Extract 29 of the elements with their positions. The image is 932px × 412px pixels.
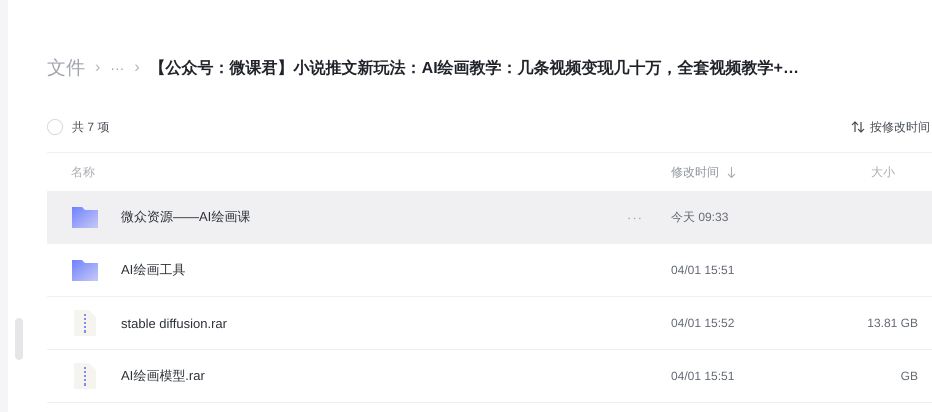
modified-time: 04/01 15:51: [671, 369, 736, 383]
breadcrumb-link[interactable]: 文件: [47, 55, 85, 81]
sort-icon: [851, 121, 865, 133]
select-all-checkbox[interactable]: [47, 119, 63, 135]
more-button[interactable]: ···: [627, 210, 643, 224]
folder-icon: [71, 205, 99, 229]
item-count: 共 7 项: [72, 118, 110, 136]
folder-icon: [71, 258, 99, 282]
breadcrumb-separator: ›: [134, 59, 140, 77]
file-size: 13.81 GB: [866, 316, 918, 330]
modified-time: 今天 09:33: [671, 208, 730, 226]
file-name: AI绘画工具: [121, 261, 186, 279]
modified-time: 04/01 15:51: [671, 263, 736, 277]
zip-file-icon: [73, 362, 97, 390]
file-size: GB: [900, 369, 918, 383]
sort-button[interactable]: 按修改时间: [851, 118, 930, 136]
folder-title: 【公众号：微课君】小说推文新玩法：AI绘画教学：几条视频变现几十万，全套视频教学+…: [150, 58, 799, 78]
file-name: AI绘画模型.rar: [121, 367, 206, 385]
column-header[interactable]: 大小: [871, 164, 895, 180]
sort-down-icon: [727, 166, 736, 178]
file-row[interactable]: 微众资源——AI绘画课 ··· 今天 09:33: [47, 191, 932, 244]
zip-file-icon: [73, 309, 97, 337]
column-header[interactable]: 修改时间: [671, 164, 736, 180]
breadcrumb-separator: ›: [95, 59, 100, 77]
column-header[interactable]: 名称: [71, 164, 95, 180]
scrollbar-thumb[interactable]: [15, 318, 23, 360]
breadcrumb-more[interactable]: ···: [110, 60, 124, 76]
file-name: 微众资源——AI绘画课: [121, 208, 252, 226]
file-name: stable diffusion.rar: [121, 316, 228, 330]
